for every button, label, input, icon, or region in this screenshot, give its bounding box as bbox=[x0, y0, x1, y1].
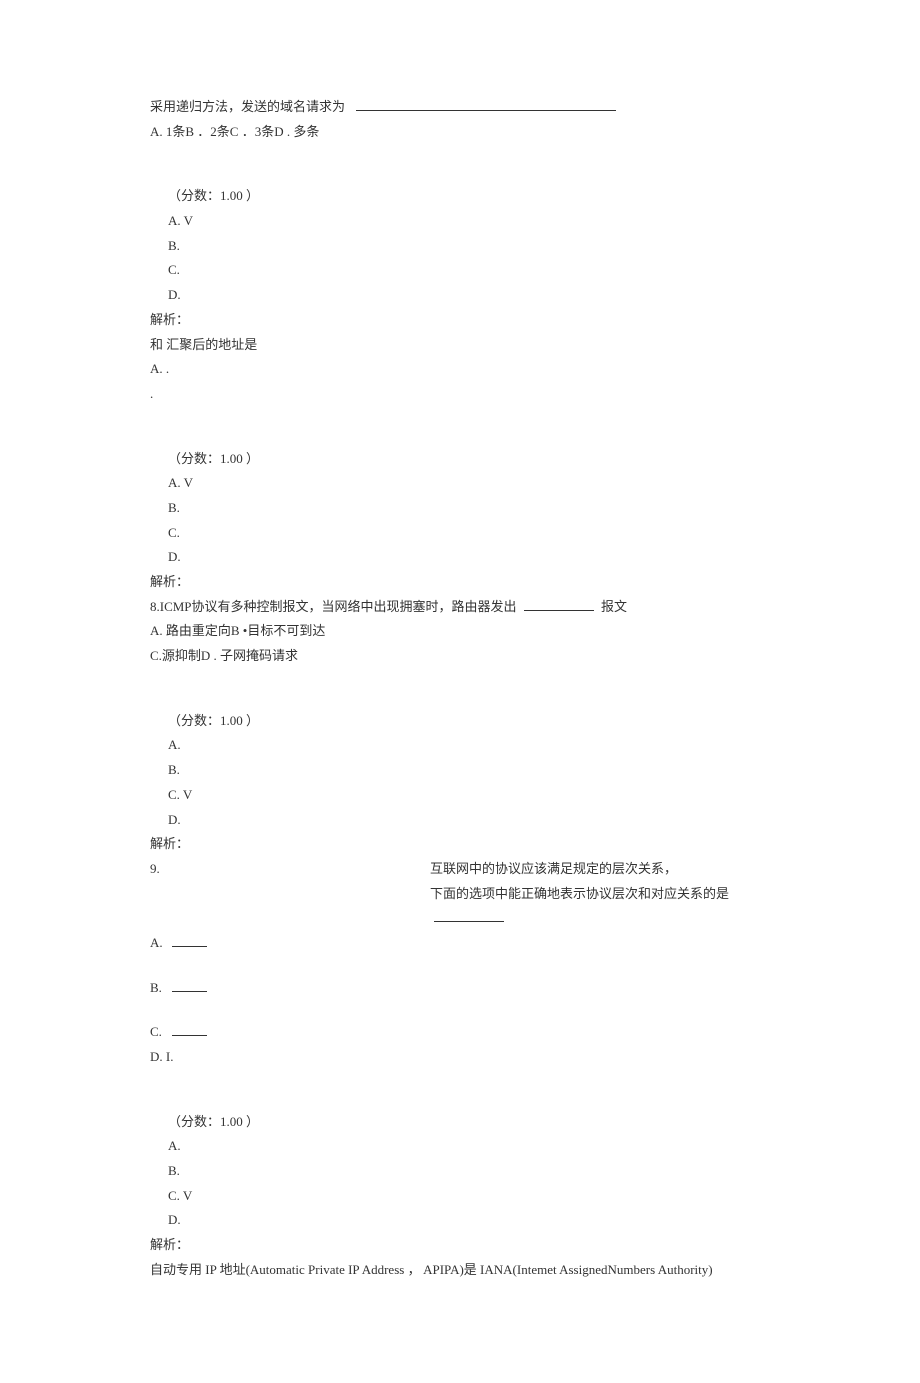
q8-stem: 8.ICMP协议有多种控制报文，当网络中出现拥塞时，路由器发出 报文 bbox=[150, 595, 770, 620]
q9-right1: 互联网中的协议应该满足规定的层次关系， bbox=[430, 857, 770, 882]
q9-choice-a: A. bbox=[150, 1134, 770, 1159]
q8-line3: C.源抑制D . 子网掩码请求 bbox=[150, 644, 770, 669]
q9-right2-text: 下面的选项中能正确地表示协议层次和对应关系的是 bbox=[430, 886, 729, 901]
q7-choice-a: A. V bbox=[150, 471, 770, 496]
q9-opt-c: C. bbox=[150, 1020, 770, 1045]
blank-line bbox=[172, 946, 207, 947]
q7-choice-b: B. bbox=[150, 496, 770, 521]
q8-stem-part2: 报文 bbox=[601, 599, 627, 614]
blank-line bbox=[172, 991, 207, 992]
q9-opt-c-label: C. bbox=[150, 1024, 162, 1039]
q7-jiexi: 解析： bbox=[150, 570, 770, 595]
q8-choice-c: C. V bbox=[150, 783, 770, 808]
q7-choice-d: D. bbox=[150, 545, 770, 570]
q9-opt-a: A. bbox=[150, 931, 770, 956]
q9-score: （分数：1.00 ） bbox=[150, 1110, 770, 1135]
q7-stem: 和 汇聚后的地址是 bbox=[150, 333, 770, 358]
q7-dot: . bbox=[150, 382, 770, 407]
q6-jiexi: 解析： bbox=[150, 308, 770, 333]
q9-choice-d: D. bbox=[150, 1208, 770, 1233]
q9-row1: 9. 互联网中的协议应该满足规定的层次关系， bbox=[150, 857, 770, 882]
q6-stem: 采用递归方法，发送的域名请求为 bbox=[150, 95, 770, 120]
q8-jiexi: 解析： bbox=[150, 832, 770, 857]
q6-choice-c: C. bbox=[150, 258, 770, 283]
q8-score: （分数：1.00 ） bbox=[150, 709, 770, 734]
q9-opt-d: D. I. bbox=[150, 1045, 770, 1070]
q9-jiexi: 解析： bbox=[150, 1233, 770, 1258]
q9-opt-a-label: A. bbox=[150, 935, 163, 950]
q9-number: 9. bbox=[150, 857, 430, 882]
q6-options-line: A. 1条B ．2条C ．3条D . 多条 bbox=[150, 120, 770, 145]
footer-text: 自动专用 IP 地址(Automatic Private IP Address … bbox=[150, 1258, 770, 1283]
q8-choice-a: A. bbox=[150, 733, 770, 758]
q6-choice-b: B. bbox=[150, 234, 770, 259]
q8-line2: A. 路由重定向B •目标不可到达 bbox=[150, 619, 770, 644]
q7-choice-c: C. bbox=[150, 521, 770, 546]
q8-choice-d: D. bbox=[150, 808, 770, 833]
blank-line bbox=[524, 610, 594, 611]
q6-stem-text: 采用递归方法，发送的域名请求为 bbox=[150, 99, 345, 114]
blank-line bbox=[356, 110, 616, 111]
q6-score: （分数：1.00 ） bbox=[150, 184, 770, 209]
q9-choice-b: B. bbox=[150, 1159, 770, 1184]
q9-right2: 下面的选项中能正确地表示协议层次和对应关系的是 bbox=[430, 882, 770, 931]
q9-opt-b-label: B. bbox=[150, 980, 162, 995]
q9-row2: 下面的选项中能正确地表示协议层次和对应关系的是 bbox=[150, 882, 770, 931]
q9-opt-b: B. bbox=[150, 976, 770, 1001]
q7-opt-a: A. . bbox=[150, 357, 770, 382]
q8-choice-b: B. bbox=[150, 758, 770, 783]
q8-stem-part1: 8.ICMP协议有多种控制报文，当网络中出现拥塞时，路由器发出 bbox=[150, 599, 517, 614]
q6-choice-a: A. V bbox=[150, 209, 770, 234]
blank-line bbox=[172, 1035, 207, 1036]
q6-choice-d: D. bbox=[150, 283, 770, 308]
q9-choice-c: C. V bbox=[150, 1184, 770, 1209]
blank-line bbox=[434, 921, 504, 922]
q7-score: （分数：1.00 ） bbox=[150, 447, 770, 472]
